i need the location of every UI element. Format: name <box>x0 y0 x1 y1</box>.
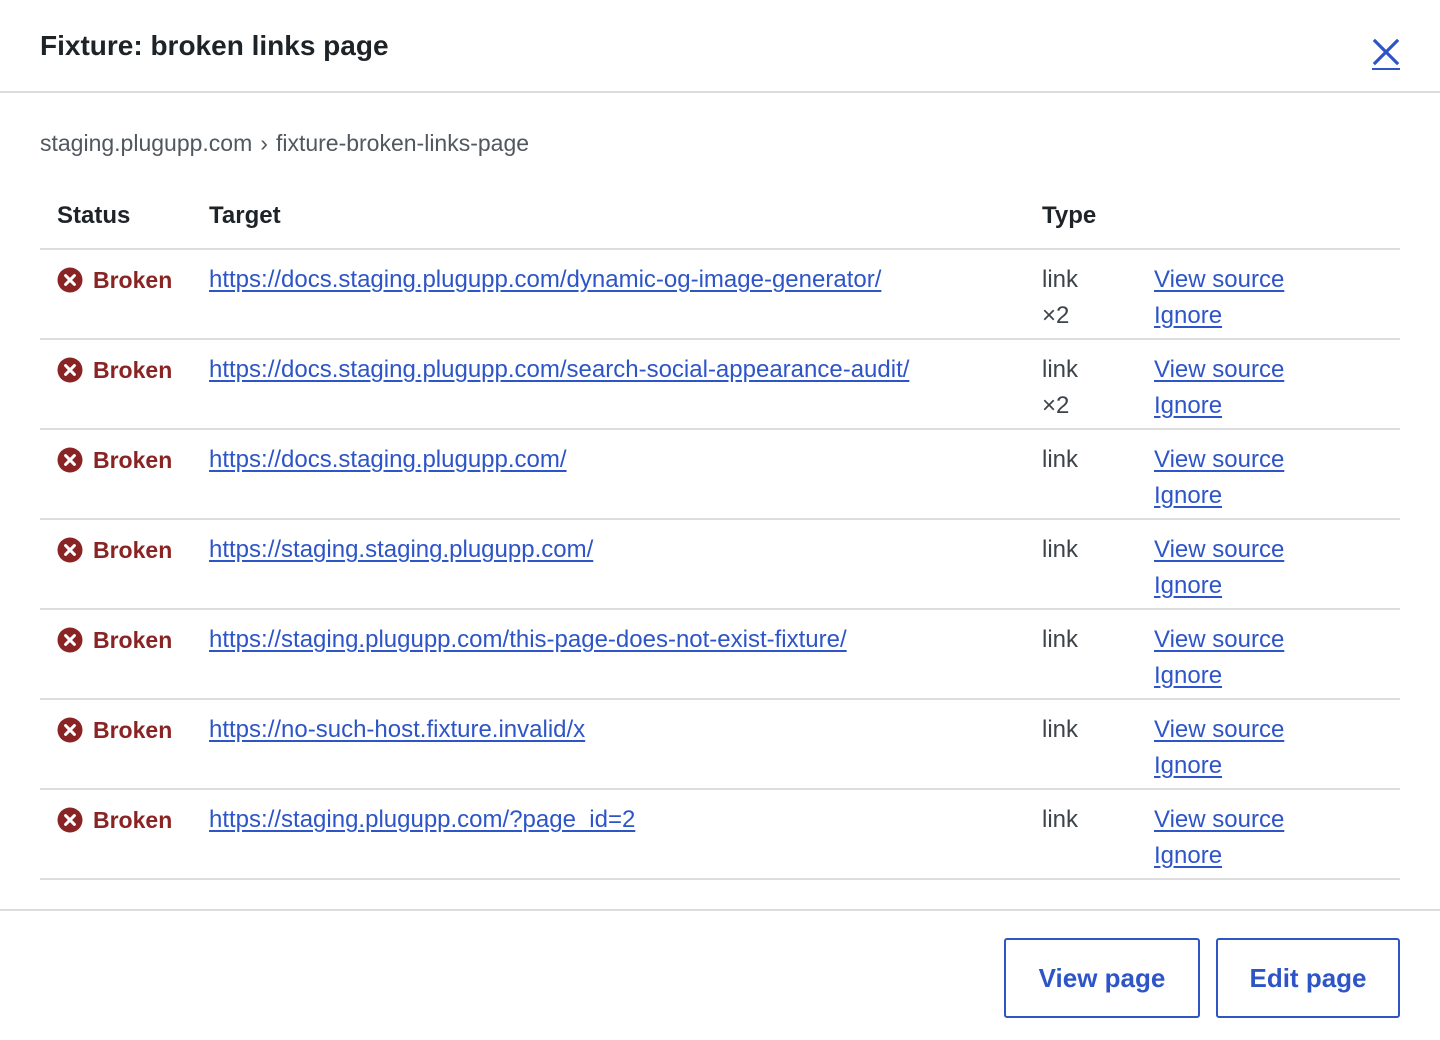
actions-cell: View source Ignore <box>1154 249 1400 340</box>
ignore-link[interactable]: Ignore <box>1154 568 1222 604</box>
link-type: link <box>1042 356 1079 383</box>
table-row: Broken https://docs.staging.plugupp.com/… <box>40 429 1400 520</box>
type-cell: link <box>1042 789 1154 880</box>
broken-links-dialog: Fixture: broken links page staging.plugu… <box>0 0 1440 1040</box>
target-cell: https://docs.staging.plugupp.com/search-… <box>209 339 1042 430</box>
dialog-header: Fixture: broken links page <box>0 0 1440 93</box>
status-cell: Broken <box>40 519 209 610</box>
view-source-link[interactable]: View source <box>1154 532 1284 568</box>
status-cell: Broken <box>40 429 209 520</box>
error-circle-x-icon <box>57 717 83 743</box>
ignore-link[interactable]: Ignore <box>1154 658 1222 694</box>
dialog-title: Fixture: broken links page <box>40 30 389 61</box>
error-circle-x-icon <box>57 357 83 383</box>
table-row: Broken https://docs.staging.plugupp.com/… <box>40 249 1400 340</box>
ignore-link[interactable]: Ignore <box>1154 748 1222 784</box>
link-type: link <box>1042 266 1079 293</box>
status-cell: Broken <box>40 789 209 880</box>
error-circle-x-icon <box>57 537 83 563</box>
column-header-target: Target <box>209 192 1042 250</box>
ignore-link[interactable]: Ignore <box>1154 478 1222 514</box>
target-link[interactable]: https://staging.staging.plugupp.com/ <box>209 536 593 563</box>
target-link[interactable]: https://staging.plugupp.com/this-page-do… <box>209 626 847 653</box>
ignore-link[interactable]: Ignore <box>1154 838 1222 874</box>
actions-cell: View source Ignore <box>1154 789 1400 880</box>
target-cell: https://docs.staging.plugupp.com/dynamic… <box>209 249 1042 340</box>
ignore-link[interactable]: Ignore <box>1154 388 1222 424</box>
dialog-footer: View page Edit page <box>0 909 1440 1040</box>
broken-links-table: Status Target Type Broken https://docs.s… <box>40 192 1400 880</box>
link-type: link <box>1042 536 1079 563</box>
status-cell: Broken <box>40 699 209 790</box>
column-header-actions <box>1154 192 1400 250</box>
target-link[interactable]: https://staging.plugupp.com/?page_id=2 <box>209 806 635 833</box>
table-row: Broken https://docs.staging.plugupp.com/… <box>40 339 1400 430</box>
actions-cell: View source Ignore <box>1154 339 1400 430</box>
view-source-link[interactable]: View source <box>1154 622 1284 658</box>
view-source-link[interactable]: View source <box>1154 442 1284 478</box>
type-cell: link ×2 <box>1042 339 1154 430</box>
link-type: link <box>1042 446 1079 473</box>
status-label: Broken <box>93 807 173 833</box>
error-circle-x-icon <box>57 447 83 473</box>
view-source-link[interactable]: View source <box>1154 712 1284 748</box>
table-row: Broken https://no-such-host.fixture.inva… <box>40 699 1400 790</box>
link-type: link <box>1042 716 1079 743</box>
type-cell: link ×2 <box>1042 249 1154 340</box>
table-row: Broken https://staging.plugupp.com/this-… <box>40 609 1400 700</box>
status-cell: Broken <box>40 609 209 700</box>
status-label: Broken <box>93 447 173 473</box>
table-row: Broken https://staging.staging.plugupp.c… <box>40 519 1400 610</box>
view-source-link[interactable]: View source <box>1154 262 1284 298</box>
type-cell: link <box>1042 609 1154 700</box>
target-cell: https://no-such-host.fixture.invalid/x <box>209 699 1042 790</box>
link-type: link <box>1042 806 1079 833</box>
target-cell: https://staging.staging.plugupp.com/ <box>209 519 1042 610</box>
breadcrumb-separator: › <box>260 130 268 156</box>
type-cell: link <box>1042 699 1154 790</box>
link-type: link <box>1042 626 1079 653</box>
close-underline <box>1372 68 1400 70</box>
error-circle-x-icon <box>57 807 83 833</box>
breadcrumb-site: staging.plugupp.com <box>40 130 253 156</box>
table-header-row: Status Target Type <box>40 192 1400 250</box>
ignore-link[interactable]: Ignore <box>1154 298 1222 334</box>
close-icon <box>1372 38 1400 66</box>
error-circle-x-icon <box>57 627 83 653</box>
actions-cell: View source Ignore <box>1154 429 1400 520</box>
breadcrumb-page: fixture-broken-links-page <box>275 130 530 156</box>
target-link[interactable]: https://docs.staging.plugupp.com/dynamic… <box>209 266 881 293</box>
occurrence-count: ×2 <box>1042 392 1070 419</box>
target-cell: https://docs.staging.plugupp.com/ <box>209 429 1042 520</box>
status-label: Broken <box>93 537 173 563</box>
target-cell: https://staging.plugupp.com/this-page-do… <box>209 609 1042 700</box>
view-page-button[interactable]: View page <box>1004 938 1200 1018</box>
status-cell: Broken <box>40 249 209 340</box>
status-label: Broken <box>93 267 173 293</box>
status-cell: Broken <box>40 339 209 430</box>
target-link[interactable]: https://docs.staging.plugupp.com/search-… <box>209 356 909 383</box>
actions-cell: View source Ignore <box>1154 519 1400 610</box>
actions-cell: View source Ignore <box>1154 609 1400 700</box>
status-label: Broken <box>93 627 173 653</box>
actions-cell: View source Ignore <box>1154 699 1400 790</box>
column-header-status: Status <box>40 192 209 250</box>
target-cell: https://staging.plugupp.com/?page_id=2 <box>209 789 1042 880</box>
view-source-link[interactable]: View source <box>1154 802 1284 838</box>
edit-page-button[interactable]: Edit page <box>1216 938 1400 1018</box>
type-cell: link <box>1042 429 1154 520</box>
table-row: Broken https://staging.plugupp.com/?page… <box>40 789 1400 880</box>
column-header-type: Type <box>1042 192 1154 250</box>
target-link[interactable]: https://no-such-host.fixture.invalid/x <box>209 716 585 743</box>
status-label: Broken <box>93 357 173 383</box>
error-circle-x-icon <box>57 267 83 293</box>
occurrence-count: ×2 <box>1042 302 1070 329</box>
type-cell: link <box>1042 519 1154 610</box>
target-link[interactable]: https://docs.staging.plugupp.com/ <box>209 446 567 473</box>
breadcrumb: staging.plugupp.com › fixture-broken-links… <box>40 128 529 158</box>
close-button[interactable] <box>1370 32 1402 72</box>
status-label: Broken <box>93 717 173 743</box>
view-source-link[interactable]: View source <box>1154 352 1284 388</box>
